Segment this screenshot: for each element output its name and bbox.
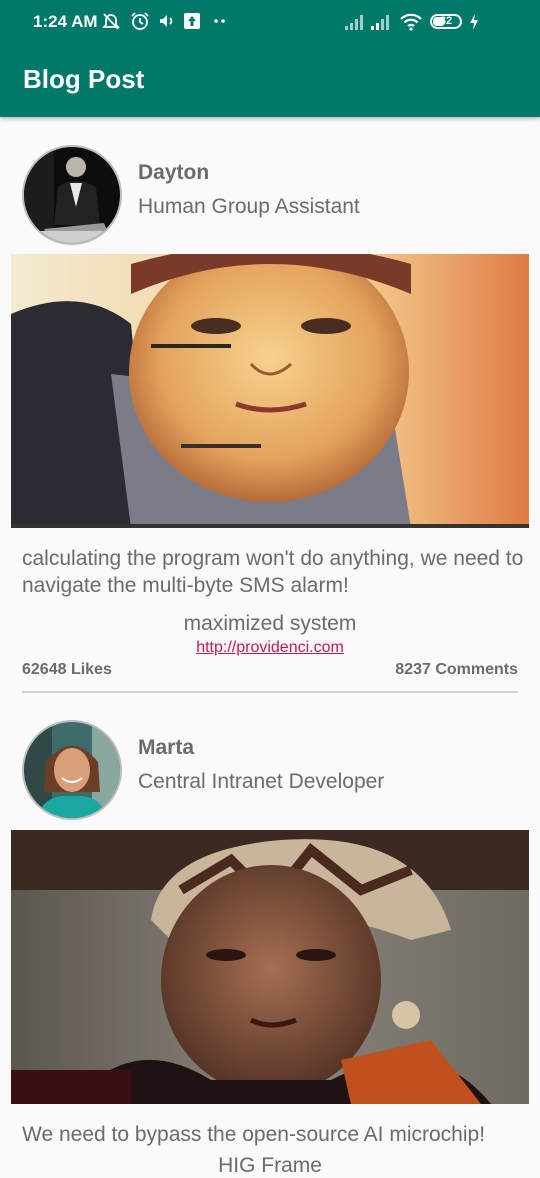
likes-count[interactable]: 62648 Likes	[22, 661, 112, 679]
app-bar: Blog Post	[0, 40, 540, 117]
post-text-line: navigate the multi-byte SMS alarm!	[22, 574, 349, 597]
battery-icon: 32	[430, 14, 462, 29]
avatar-image	[24, 147, 120, 243]
post-photo	[11, 254, 529, 528]
author-name: Marta	[138, 736, 195, 759]
status-right-icons: 32	[344, 13, 514, 31]
avatar[interactable]	[22, 145, 122, 245]
mute-icon	[101, 13, 121, 30]
post-text-line: calculating the program won't do anythin…	[22, 547, 524, 570]
post-card: Dayton Human Group Assistant calculating…	[0, 117, 540, 694]
author-role: Human Group Assistant	[138, 195, 360, 218]
wifi-icon	[400, 13, 422, 31]
alarm-icon	[131, 12, 149, 30]
post-image[interactable]	[11, 254, 529, 528]
post-card: Marta Central Intranet Developer We need…	[0, 694, 540, 1177]
battery-level: 32	[439, 15, 453, 27]
post-text-line: We need to bypass the open-source AI mic…	[22, 1123, 486, 1146]
volume-icon	[160, 15, 173, 27]
signal-icon	[371, 15, 389, 30]
page-title: Blog Post	[23, 64, 145, 94]
author-role: Central Intranet Developer	[138, 770, 385, 793]
upload-icon	[184, 13, 200, 29]
status-time: 1:24 AM	[33, 12, 98, 31]
more-dots-icon	[214, 19, 225, 23]
post-text: calculating the program won't do anythin…	[22, 545, 540, 599]
charging-icon	[470, 14, 478, 30]
avatar-image	[24, 722, 120, 818]
post-link[interactable]: http://providenci.com	[0, 639, 540, 657]
signal-icon	[345, 15, 363, 30]
post-photo	[11, 830, 529, 1104]
status-bar: 1:24 AM 32	[0, 0, 540, 40]
divider	[22, 691, 518, 693]
post-tagline: HIG Frame	[218, 1154, 322, 1177]
post-image[interactable]	[11, 830, 529, 1104]
comments-count[interactable]: 8237 Comments	[395, 661, 518, 679]
post-tagline: maximized system	[183, 612, 357, 635]
author-name: Dayton	[138, 161, 210, 184]
post-text: We need to bypass the open-source AI mic…	[22, 1121, 540, 1148]
avatar[interactable]	[22, 720, 122, 820]
